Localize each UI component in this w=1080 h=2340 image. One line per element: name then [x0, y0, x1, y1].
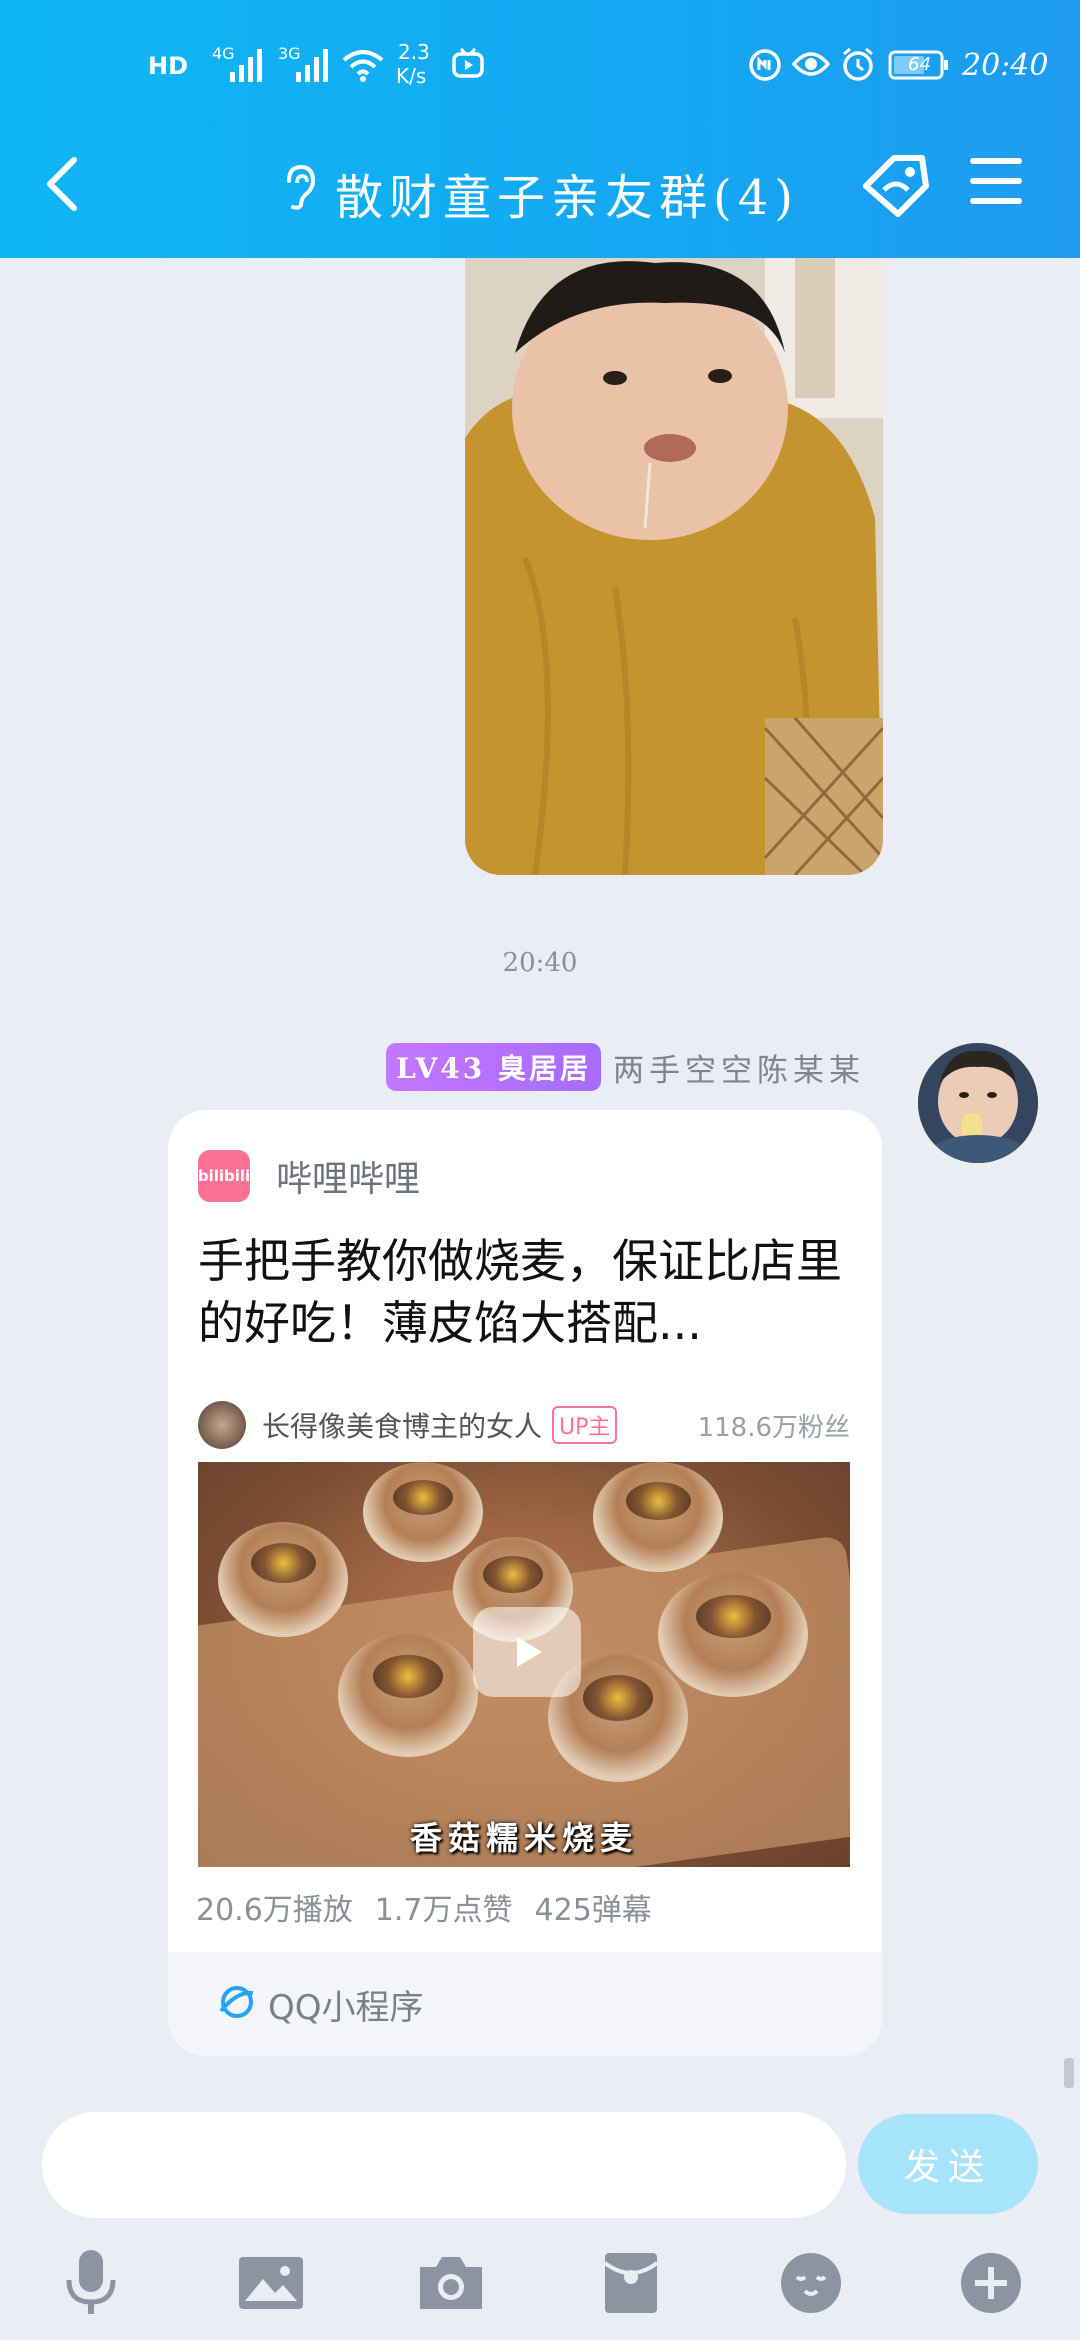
card-header: bilibili 哔哩哔哩: [198, 1150, 420, 1202]
hd-badge: HD: [148, 52, 189, 80]
level-badge: LV43 臭居居: [386, 1043, 601, 1091]
like-count: 1.7万点赞: [374, 1893, 513, 1928]
emoji-icon[interactable]: [776, 2248, 846, 2318]
network-speed-value: 2.3: [398, 40, 430, 64]
qq-mini-program-icon: [216, 1981, 258, 2027]
video-title: 手把手教你做烧麦，保证比店里的好吃！薄皮馅大搭配...: [198, 1234, 842, 1350]
thumbnail-caption: 香菇糯米烧麦: [409, 1819, 638, 1857]
chat-title[interactable]: 散财童子亲友群(4): [335, 158, 799, 228]
mini-program-card[interactable]: bilibili 哔哩哔哩 手把手教你做烧麦，保证比店里的好吃！薄皮馅大搭配..…: [168, 1110, 882, 2056]
dumpling-1: [363, 1462, 483, 1562]
battery-level: 64: [908, 54, 931, 75]
message-input[interactable]: [42, 2112, 846, 2218]
sender-info: LV43 臭居居 两手空空陈某某: [386, 1043, 865, 1091]
status-bar: HD 4G 3G 2.3 K/s 64 20:40: [0, 40, 1080, 100]
image-icon[interactable]: [236, 2248, 306, 2318]
danmaku-count: 425弹幕: [534, 1893, 652, 1928]
wifi-icon: [342, 48, 384, 86]
mini-program-label: QQ小程序: [268, 1987, 424, 2028]
eye-icon: [791, 50, 831, 82]
play-count: 20.6万播放: [196, 1893, 353, 1928]
send-button[interactable]: 发送: [858, 2114, 1038, 2214]
uploader-row: 长得像美食博主的女人 UP主 118.6万粉丝: [198, 1400, 850, 1450]
fans-count: 118.6万粉丝: [697, 1412, 850, 1443]
camera-icon[interactable]: [416, 2248, 486, 2318]
dumpling-5: [658, 1572, 808, 1697]
network-speed-unit: K/s: [396, 64, 427, 88]
dumpling-3: [218, 1522, 348, 1637]
play-icon[interactable]: [473, 1607, 581, 1697]
toolbar: [0, 2248, 1080, 2340]
uploader-avatar: [198, 1401, 246, 1449]
tag-icon[interactable]: [858, 150, 934, 220]
video-thumbnail[interactable]: 香菇糯米烧麦: [198, 1462, 850, 1867]
mic-icon[interactable]: [56, 2248, 126, 2318]
signal-icon: [230, 48, 266, 86]
tv-icon: [452, 47, 484, 82]
alarm-icon: [840, 46, 876, 86]
baby-photo: [465, 258, 883, 875]
uploader-name: 长得像美食博主的女人: [262, 1410, 543, 1443]
nfc-icon: [748, 48, 782, 86]
clock: 20:40: [962, 48, 1049, 83]
dumpling-2: [593, 1462, 723, 1572]
red-packet-icon[interactable]: [596, 2248, 666, 2318]
app-name: 哔哩哔哩: [276, 1159, 421, 1200]
sender-name[interactable]: 两手空空陈某某: [613, 1045, 865, 1090]
time-divider: 20:40: [502, 948, 578, 978]
scrollbar[interactable]: [1064, 2058, 1074, 2088]
uploader-badge: UP主: [552, 1406, 618, 1444]
ear-icon[interactable]: [281, 163, 317, 223]
card-footer: QQ小程序: [168, 1952, 882, 2056]
title-badge-text: 臭居居: [497, 1052, 591, 1085]
sender-avatar[interactable]: [918, 1043, 1038, 1163]
bilibili-icon: bilibili: [198, 1150, 250, 1202]
navbar: 散财童子亲友群(4): [0, 130, 1080, 240]
signal-icon-2: [296, 48, 332, 86]
bilibili-icon-text: bilibili: [197, 1167, 251, 1185]
photo-message[interactable]: [465, 258, 883, 875]
video-stats: 20.6万播放 1.7万点赞 425弹幕: [196, 1885, 652, 1929]
plus-icon[interactable]: [956, 2248, 1026, 2318]
header: HD 4G 3G 2.3 K/s 64 20:40 散财童子亲友群(4): [0, 0, 1080, 258]
dumpling-6: [338, 1632, 478, 1757]
level-text: LV43: [396, 1052, 486, 1085]
menu-icon[interactable]: [968, 156, 1024, 206]
